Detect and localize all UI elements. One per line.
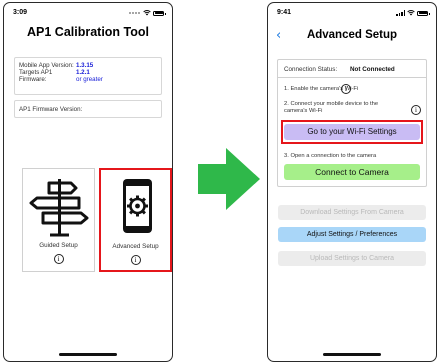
phone-gear-icon [123, 179, 152, 233]
cellular-signal-icon [396, 10, 405, 16]
wifi-settings-button[interactable]: Go to your Wi-Fi Settings [284, 124, 420, 140]
guided-setup-label: Guided Setup [39, 242, 78, 249]
firmware-version-label: AP1 Firmware Version: [19, 106, 83, 113]
connection-status-row: Connection Status: Not Connected [284, 66, 420, 73]
step-open-connection: 3. Open a connection to the camera [284, 153, 377, 159]
signpost-icon [29, 179, 89, 237]
wifi-icon [407, 10, 415, 16]
status-icons [396, 10, 430, 16]
arrow-right-icon [198, 148, 260, 210]
status-time: 9:41 [277, 9, 292, 16]
back-chevron-icon[interactable]: ‹ [276, 28, 281, 43]
upload-settings-button[interactable]: Upload Settings to Camera [278, 251, 426, 266]
guided-setup-tile[interactable]: Guided Setup i [22, 168, 95, 272]
version-info-box: Mobile App Version: 1.3.15 Targets AP1 F… [14, 57, 162, 95]
status-icons [129, 10, 166, 16]
status-bar: 3:09 [13, 9, 166, 19]
nav-header: Advanced Setup ‹ [268, 28, 436, 45]
page-title: Advanced Setup [306, 29, 398, 41]
advanced-info-icon[interactable]: i [130, 255, 141, 265]
battery-icon [153, 10, 166, 16]
home-indicator[interactable] [323, 353, 381, 356]
connection-card: Connection Status: Not Connected 1. Enab… [277, 59, 427, 187]
target-firmware-value: 1.2.1 [76, 69, 90, 76]
target-firmware-sub: or greater [76, 76, 103, 83]
connection-status-value: Not Connected [350, 66, 395, 73]
advanced-setup-tile[interactable]: Advanced Setup i [99, 168, 172, 272]
firmware-version-box: AP1 Firmware Version: [14, 100, 162, 118]
connect-camera-button[interactable]: Connect to Camera [284, 164, 420, 180]
phone-screen-advanced: 9:41 Advanced Setup ‹ Connection Status:… [267, 2, 437, 362]
adjust-settings-button[interactable]: Adjust Settings / Preferences [278, 227, 426, 242]
connection-status-label: Connection Status: [284, 66, 338, 73]
advanced-setup-label: Advanced Setup [112, 243, 159, 250]
app-version-label: Mobile App Version: [19, 62, 74, 69]
target-firmware-row: Targets AP1 Firmware: 1.2.1 or greater [19, 69, 157, 83]
wifi-icon [143, 10, 151, 16]
app-version-row: Mobile App Version: 1.3.15 [19, 62, 157, 69]
download-settings-button[interactable]: Download Settings From Camera [278, 205, 426, 220]
step-connect-device: 2. Connect your mobile device to the cam… [284, 101, 379, 114]
battery-icon [417, 10, 430, 16]
home-indicator[interactable] [59, 353, 117, 356]
divider [278, 77, 426, 78]
app-version-value: 1.3.15 [76, 62, 94, 69]
target-firmware-value-group: 1.2.1 or greater [76, 69, 103, 83]
app-title: AP1 Calibration Tool [27, 25, 149, 39]
target-firmware-label: Targets AP1 Firmware: [19, 69, 53, 83]
guided-info-icon[interactable]: i [53, 254, 64, 264]
step2-info-icon[interactable]: i [411, 105, 421, 115]
status-time: 3:09 [13, 9, 28, 16]
step-enable-wifi: 1. Enable the camera's Wi-Fi [284, 86, 359, 92]
step1-info-icon[interactable]: i [341, 84, 351, 94]
phone-screen-main: 3:09 AP1 Calibration Tool Mobile App Ver… [3, 2, 173, 362]
no-signal-icon [129, 12, 140, 14]
status-bar: 9:41 [277, 9, 430, 19]
